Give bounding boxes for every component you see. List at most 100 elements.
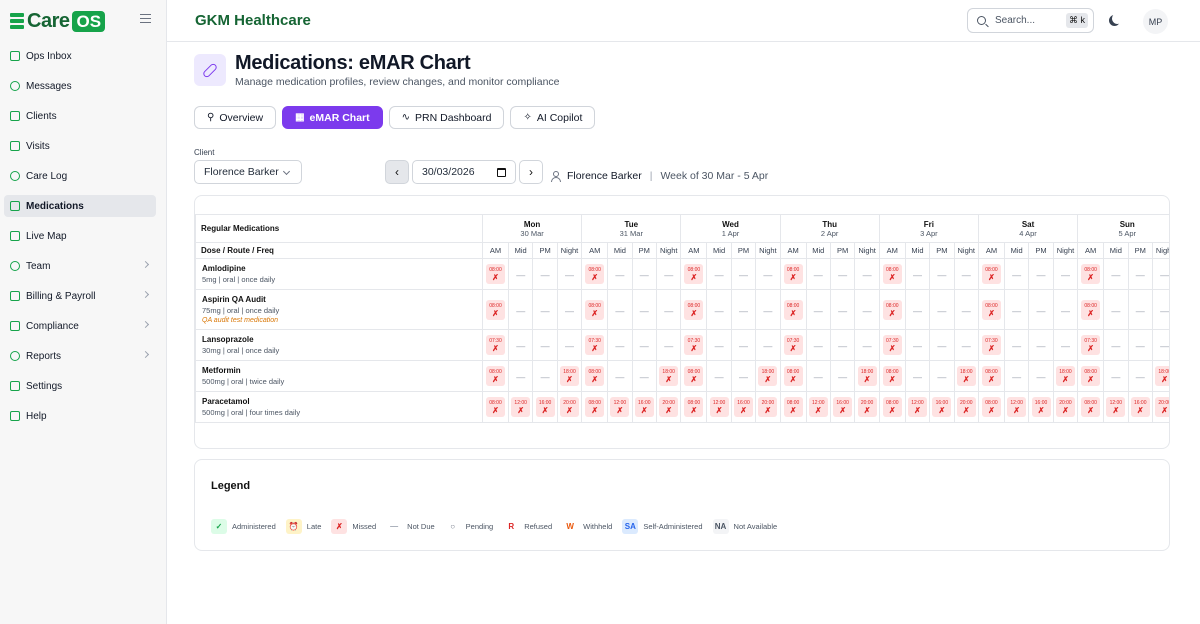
dose-cell[interactable]: 16:00 ✗ <box>829 391 856 423</box>
sidebar-item-clients[interactable]: Clients <box>4 105 156 127</box>
dose-cell[interactable]: 08:00 ✗ <box>1077 289 1105 330</box>
missed-dose-badge[interactable]: 20:00 ✗ <box>956 397 976 417</box>
dose-cell[interactable]: 08:00 ✗ <box>680 360 708 392</box>
dose-cell[interactable]: 20:00 ✗ <box>1151 391 1169 423</box>
dose-cell[interactable]: 16:00 ✗ <box>1127 391 1153 423</box>
dose-cell[interactable]: 16:00 ✗ <box>532 391 558 423</box>
dose-cell[interactable]: 20:00 ✗ <box>854 391 880 423</box>
dose-cell[interactable]: 07:30 ✗ <box>1077 329 1105 361</box>
missed-dose-badge[interactable]: 18:00 ✗ <box>559 366 579 386</box>
missed-dose-badge[interactable]: 20:00 ✗ <box>659 397 679 417</box>
dose-cell[interactable]: 08:00 ✗ <box>680 258 708 290</box>
missed-dose-badge[interactable]: 08:00 ✗ <box>684 397 704 417</box>
missed-dose-badge[interactable]: 08:00 ✗ <box>684 299 704 320</box>
missed-dose-badge[interactable]: 12:00 ✗ <box>907 397 927 417</box>
dose-cell[interactable]: 08:00 ✗ <box>977 391 1005 423</box>
dose-cell[interactable]: 08:00 ✗ <box>482 391 509 423</box>
dose-cell[interactable]: 18:00 ✗ <box>556 360 583 392</box>
dose-cell[interactable]: 16:00 ✗ <box>631 391 657 423</box>
missed-dose-badge[interactable]: 16:00 ✗ <box>833 397 853 417</box>
dose-cell[interactable]: 18:00 ✗ <box>953 360 979 392</box>
sidebar-toggle-icon[interactable] <box>140 14 151 23</box>
missed-dose-badge[interactable]: 08:00 ✗ <box>585 366 605 386</box>
logo[interactable]: Care OS <box>10 10 106 32</box>
sidebar-item-ops-inbox[interactable]: Ops Inbox <box>4 45 156 67</box>
missed-dose-badge[interactable]: 16:00 ✗ <box>535 397 555 417</box>
missed-dose-badge[interactable]: 18:00 ✗ <box>1055 366 1075 386</box>
dose-cell[interactable]: 12:00 ✗ <box>805 391 831 423</box>
dose-cell[interactable]: 07:30 ✗ <box>977 329 1005 361</box>
dose-cell[interactable]: 12:00 ✗ <box>1003 391 1030 423</box>
missed-dose-badge[interactable]: 12:00 ✗ <box>511 397 531 417</box>
missed-dose-badge[interactable]: 08:00 ✗ <box>486 397 505 417</box>
dose-cell[interactable]: 18:00 ✗ <box>1052 360 1079 392</box>
dose-cell[interactable]: 20:00 ✗ <box>655 391 682 423</box>
missed-dose-badge[interactable]: 08:00 ✗ <box>783 397 803 417</box>
dose-cell[interactable]: 08:00 ✗ <box>977 258 1005 290</box>
dose-cell[interactable]: 08:00 ✗ <box>779 289 807 330</box>
missed-dose-badge[interactable]: 08:00 ✗ <box>585 299 605 320</box>
missed-dose-badge[interactable]: 08:00 ✗ <box>585 264 605 284</box>
sidebar-item-medications[interactable]: Medications <box>4 195 156 217</box>
sidebar-item-care-log[interactable]: Care Log <box>4 165 156 187</box>
missed-dose-badge[interactable]: 18:00 ✗ <box>857 366 877 386</box>
missed-dose-badge[interactable]: 08:00 ✗ <box>1081 397 1101 417</box>
dose-cell[interactable]: 08:00 ✗ <box>878 360 906 392</box>
missed-dose-badge[interactable]: 16:00 ✗ <box>1031 397 1051 417</box>
missed-dose-badge[interactable]: 08:00 ✗ <box>783 299 803 320</box>
client-select[interactable]: Florence Barker <box>194 160 302 184</box>
dose-cell[interactable]: 08:00 ✗ <box>977 360 1005 392</box>
missed-dose-badge[interactable]: 12:00 ✗ <box>709 397 729 417</box>
dose-cell[interactable]: 08:00 ✗ <box>581 289 609 330</box>
missed-dose-badge[interactable]: 08:00 ✗ <box>684 264 704 284</box>
missed-dose-badge[interactable]: 08:00 ✗ <box>783 366 803 386</box>
missed-dose-badge[interactable]: 08:00 ✗ <box>981 299 1001 320</box>
missed-dose-badge[interactable]: 08:00 ✗ <box>981 397 1001 417</box>
missed-dose-badge[interactable]: 08:00 ✗ <box>1081 299 1101 320</box>
dose-cell[interactable]: 12:00 ✗ <box>904 391 931 423</box>
dose-cell[interactable]: 08:00 ✗ <box>779 360 807 392</box>
tab-prn-dashboard[interactable]: ∿ PRN Dashboard <box>388 106 505 129</box>
missed-dose-badge[interactable]: 20:00 ✗ <box>1155 397 1169 417</box>
dose-cell[interactable]: 07:30 ✗ <box>680 329 708 361</box>
dose-cell[interactable]: 08:00 ✗ <box>779 258 807 290</box>
dose-cell[interactable]: 12:00 ✗ <box>607 391 633 423</box>
dose-cell[interactable]: 12:00 ✗ <box>507 391 534 423</box>
dose-cell[interactable]: 18:00 ✗ <box>1151 360 1169 392</box>
missed-dose-badge[interactable]: 12:00 ✗ <box>1007 397 1027 417</box>
medication-cell[interactable]: Aspirin QA Audit 75mg | oral | once daily… <box>195 289 483 330</box>
missed-dose-badge[interactable]: 08:00 ✗ <box>486 299 505 320</box>
sidebar-item-team[interactable]: Team <box>4 255 156 277</box>
dose-cell[interactable]: 18:00 ✗ <box>655 360 682 392</box>
missed-dose-badge[interactable]: 18:00 ✗ <box>1155 366 1169 386</box>
missed-dose-badge[interactable]: 12:00 ✗ <box>610 397 630 417</box>
dose-cell[interactable]: 08:00 ✗ <box>878 391 906 423</box>
dose-cell[interactable]: 18:00 ✗ <box>755 360 781 392</box>
dose-cell[interactable]: 08:00 ✗ <box>482 360 509 392</box>
dose-cell[interactable]: 16:00 ✗ <box>929 391 955 423</box>
dose-cell[interactable]: 08:00 ✗ <box>581 258 609 290</box>
dose-cell[interactable]: 12:00 ✗ <box>706 391 732 423</box>
dose-cell[interactable]: 08:00 ✗ <box>779 391 807 423</box>
missed-dose-badge[interactable]: 07:30 ✗ <box>882 335 902 355</box>
dose-cell[interactable]: 12:00 ✗ <box>1103 391 1129 423</box>
missed-dose-badge[interactable]: 16:00 ✗ <box>634 397 654 417</box>
dose-cell[interactable]: 18:00 ✗ <box>854 360 880 392</box>
dose-cell[interactable]: 20:00 ✗ <box>556 391 583 423</box>
missed-dose-badge[interactable]: 20:00 ✗ <box>857 397 877 417</box>
missed-dose-badge[interactable]: 16:00 ✗ <box>733 397 753 417</box>
tab-overview[interactable]: ⚲ Overview <box>194 106 277 129</box>
missed-dose-badge[interactable]: 18:00 ✗ <box>956 366 976 386</box>
tab-ai-copilot[interactable]: ✧ AI Copilot <box>510 106 596 129</box>
date-input[interactable]: 30/03/2026 <box>412 160 516 184</box>
missed-dose-badge[interactable]: 08:00 ✗ <box>882 397 902 417</box>
sidebar-item-reports[interactable]: Reports <box>4 345 156 367</box>
missed-dose-badge[interactable]: 08:00 ✗ <box>882 299 902 320</box>
missed-dose-badge[interactable]: 08:00 ✗ <box>981 264 1001 284</box>
dose-cell[interactable]: 07:30 ✗ <box>581 329 609 361</box>
tab-emar-chart[interactable]: ▦ eMAR Chart <box>282 106 383 129</box>
dose-cell[interactable]: 08:00 ✗ <box>1077 360 1105 392</box>
missed-dose-badge[interactable]: 07:30 ✗ <box>585 335 605 355</box>
missed-dose-badge[interactable]: 16:00 ✗ <box>1130 397 1150 417</box>
medication-cell[interactable]: Metformin 500mg | oral | twice daily <box>195 360 483 392</box>
